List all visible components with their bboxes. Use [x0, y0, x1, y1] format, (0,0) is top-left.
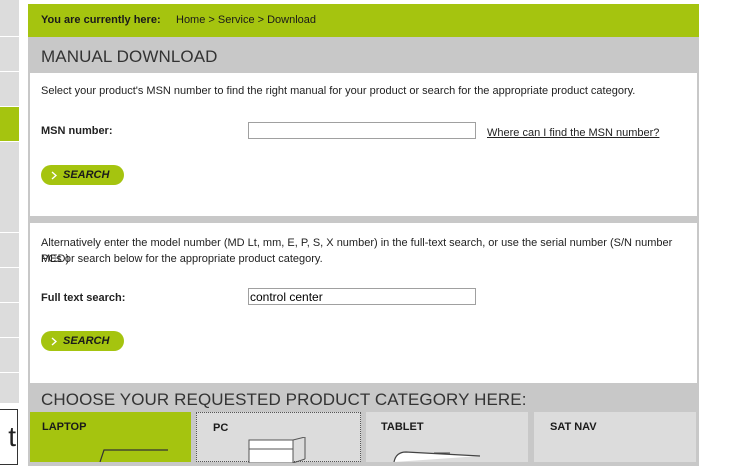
- chevron-right-icon: [51, 336, 57, 346]
- sidebar-tab[interactable]: [0, 37, 19, 72]
- category-label: LAPTOP: [42, 421, 87, 433]
- msn-search-panel: Select your product's MSN number to find…: [30, 73, 697, 216]
- msn-number-input[interactable]: [248, 122, 476, 139]
- sidebar-tab[interactable]: [0, 338, 19, 373]
- search-button-label: SEARCH: [63, 335, 110, 347]
- search-button-label: SEARCH: [63, 169, 110, 181]
- fulltext-intro-line2: PCs or search below for the appropriate …: [41, 253, 323, 265]
- category-tile-laptop[interactable]: LAPTOP: [30, 412, 191, 462]
- category-title: CHOOSE YOUR REQUESTED PRODUCT CATEGORY H…: [41, 390, 527, 409]
- msn-help-link[interactable]: Where can I find the MSN number?: [487, 127, 659, 139]
- breadcrumb-lead: You are currently here:: [41, 14, 161, 26]
- laptop-icon: [99, 449, 168, 462]
- sidebar-tab[interactable]: [0, 233, 19, 268]
- fulltext-search-input[interactable]: [248, 288, 476, 305]
- sidebar-tab[interactable]: [0, 373, 19, 404]
- fulltext-search-label: Full text search:: [41, 292, 126, 304]
- category-tile-sat-nav[interactable]: SAT NAV: [534, 412, 696, 462]
- category-label: TABLET: [381, 421, 424, 433]
- msn-search-button[interactable]: SEARCH: [41, 165, 124, 185]
- fulltext-search-button[interactable]: SEARCH: [41, 331, 124, 351]
- breadcrumb: You are currently here: Home > Service >…: [28, 4, 699, 37]
- sidebar-tab-active[interactable]: [0, 107, 19, 142]
- tablet-icon: [393, 451, 481, 462]
- chevron-right-icon: [51, 170, 57, 180]
- sidebar-tab[interactable]: [0, 268, 19, 303]
- sidebar-tab[interactable]: [0, 72, 19, 107]
- sidebar-tab[interactable]: [0, 0, 19, 37]
- sidebar-tab[interactable]: [0, 142, 19, 233]
- msn-intro-text: Select your product's MSN number to find…: [41, 85, 636, 97]
- sidebar-tab[interactable]: [0, 303, 19, 338]
- manual-download-title: MANUAL DOWNLOAD: [41, 47, 218, 66]
- category-label: PC: [213, 422, 229, 434]
- category-tile-tablet[interactable]: TABLET: [366, 412, 528, 462]
- sidebar-text-box: t: [0, 409, 18, 465]
- fulltext-search-panel: Alternatively enter the model number (MD…: [30, 223, 697, 383]
- category-tile-pc[interactable]: PC: [196, 412, 361, 463]
- category-label: SAT NAV: [550, 421, 597, 433]
- msn-number-label: MSN number:: [41, 125, 113, 137]
- left-sidebar: t: [0, 0, 19, 466]
- download-frame: You are currently here: Home > Service >…: [28, 4, 699, 466]
- pc-tower-icon: [248, 437, 306, 463]
- breadcrumb-trail[interactable]: Home > Service > Download: [176, 14, 316, 26]
